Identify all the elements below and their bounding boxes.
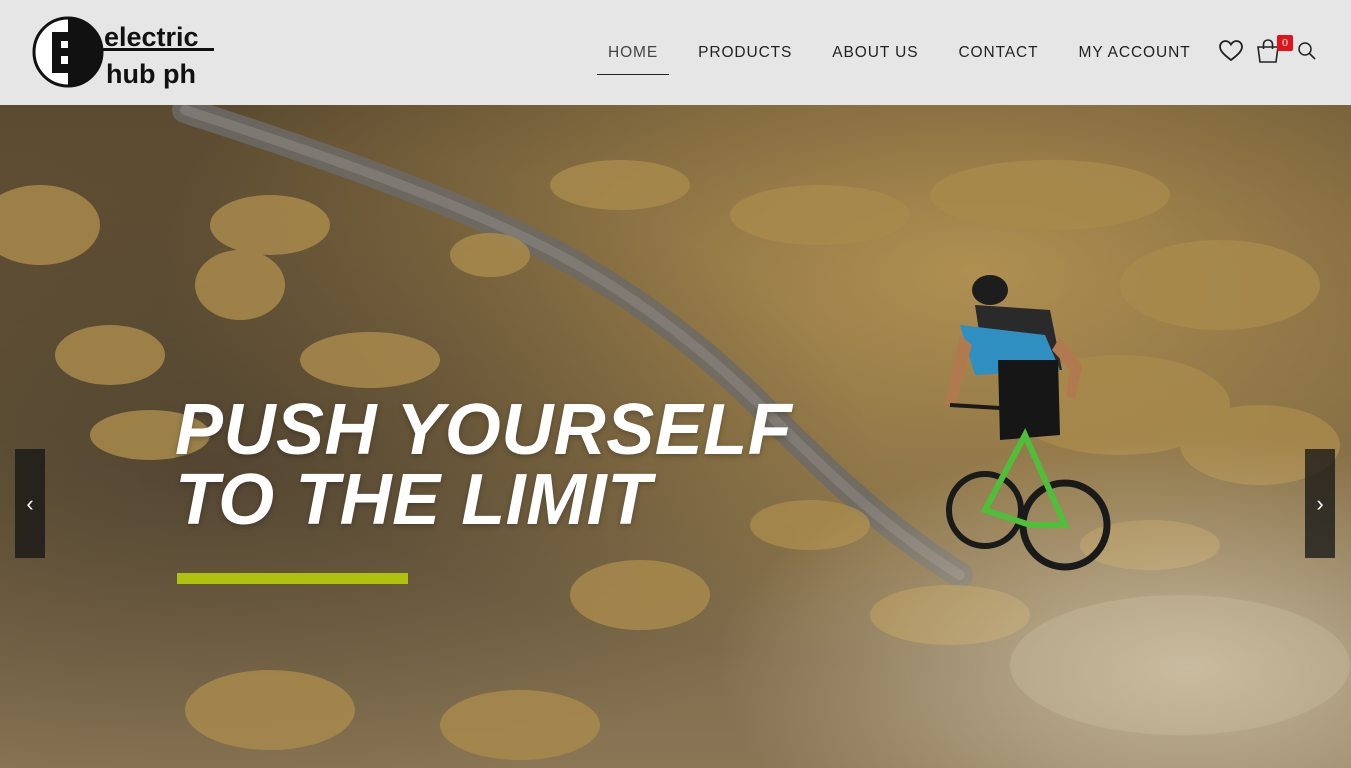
nav-item-about-us[interactable]: ABOUT US xyxy=(812,43,938,63)
slider-next-button[interactable]: › xyxy=(1305,449,1335,558)
nav-item-my-account[interactable]: MY ACCOUNT xyxy=(1059,43,1211,63)
heart-icon[interactable] xyxy=(1218,39,1244,63)
hero-headline-line-2: TO THE LIMIT xyxy=(175,460,652,540)
search-icon[interactable] xyxy=(1297,41,1317,61)
shopping-bag-icon[interactable]: 0 xyxy=(1255,35,1293,64)
chevron-right-icon: › xyxy=(1316,490,1324,516)
nav-item-home[interactable]: HOME xyxy=(588,43,678,75)
chevron-left-icon: ‹ xyxy=(26,490,34,516)
nav-item-products[interactable]: PRODUCTS xyxy=(678,43,812,63)
logo-word-1: electric xyxy=(104,22,199,52)
hero-headline-line-1: PUSH YOURSELF xyxy=(175,390,793,470)
slider-prev-button[interactable]: ‹ xyxy=(15,449,45,558)
hero-slider: PUSH YOURSELF TO THE LIMIT ‹ › xyxy=(0,105,1351,768)
site-header: electric hub ph HOME PRODUCTS ABOUT US C… xyxy=(0,0,1351,105)
logo-word-2: hub ph xyxy=(106,59,196,89)
hero-headline: PUSH YOURSELF TO THE LIMIT xyxy=(175,390,793,540)
nav-item-contact[interactable]: CONTACT xyxy=(938,43,1058,63)
cart-count-badge: 0 xyxy=(1277,35,1293,51)
hero-accent-bar xyxy=(177,573,408,584)
main-nav: HOME PRODUCTS ABOUT US CONTACT MY ACCOUN… xyxy=(588,0,1211,105)
brand-logo[interactable]: electric hub ph xyxy=(32,15,217,91)
header-icons: 0 xyxy=(1218,35,1317,64)
